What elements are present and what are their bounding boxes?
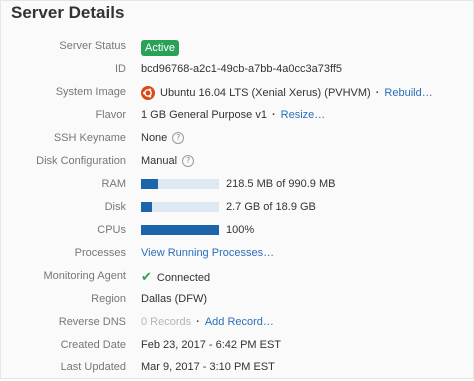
created-date-label: Created Date [60,339,126,351]
flavor-label: Flavor [95,109,126,121]
row-disk-configuration: Disk Configuration Manual ? [1,152,474,175]
row-cpus: CPUs 100% [1,221,474,244]
separator-dot: · [375,87,380,99]
help-icon[interactable]: ? [172,132,185,144]
ssh-keyname-label: SSH Keyname [53,132,126,144]
region-label: Region [91,293,126,305]
flavor-value: 1 GB General Purpose v1 [141,109,267,121]
disk-configuration-label: Disk Configuration [36,155,126,167]
row-processes: Processes View Running Processes… [1,244,474,267]
row-region: Region Dallas (DFW) [1,290,474,313]
system-image-value: Ubuntu 16.04 LTS (Xenial Xerus) (PVHVM) [160,87,371,99]
server-status-label: Server Status [59,40,126,52]
server-details-panel: Server Details Server Status Active ID b… [0,0,474,379]
row-ssh-keyname: SSH Keyname None ? [1,129,474,152]
row-last-updated: Last Updated Mar 9, 2017 - 3:10 PM EST [1,358,474,381]
row-monitoring-agent: Monitoring Agent ✔ Connected [1,267,474,290]
help-icon[interactable]: ? [182,155,195,167]
row-system-image: System Image Ubuntu 16.04 LTS (Xenial Xe… [1,83,474,106]
cpus-value: 100% [226,224,255,236]
processes-label: Processes [74,247,126,259]
view-running-processes-link[interactable]: View Running Processes… [141,247,274,259]
row-reverse-dns: Reverse DNS 0 Records · Add Record… [1,313,474,336]
ram-value: 218.5 MB of 990.9 MB [226,178,336,190]
created-date-value: Feb 23, 2017 - 6:42 PM EST [141,339,282,351]
ram-label: RAM [101,178,126,190]
cpu-usage-fill [141,225,219,235]
separator-dot: · [196,316,200,328]
row-flavor: Flavor 1 GB General Purpose v1 · Resize… [1,106,474,129]
ubuntu-logo-icon [141,86,155,100]
resize-link[interactable]: Resize… [281,109,326,121]
row-id: ID bcd96768-a2c1-49cb-a7bb-4a0cc3a73ff5 [1,60,474,83]
disk-usage-bar [141,202,219,212]
cpu-usage-bar [141,225,219,235]
disk-configuration-value: Manual [141,155,178,167]
monitoring-agent-value: Connected [156,271,211,284]
cpus-label: CPUs [97,224,126,236]
check-icon: ✔ [141,270,152,285]
ssh-keyname-value: None [141,132,168,144]
add-record-link[interactable]: Add Record… [205,316,274,328]
row-ram: RAM 218.5 MB of 990.9 MB [1,175,474,198]
ram-usage-fill [141,179,159,189]
status-badge: Active [141,40,179,56]
ram-usage-bar [141,179,219,189]
row-disk: Disk 2.7 GB of 18.9 GB [1,198,474,221]
row-server-status: Server Status Active [1,37,474,60]
reverse-dns-count: 0 Records [141,316,192,328]
disk-usage-fill [141,202,153,212]
last-updated-value: Mar 9, 2017 - 3:10 PM EST [141,361,275,373]
system-image-label: System Image [55,86,126,98]
id-value: bcd96768-a2c1-49cb-a7bb-4a0cc3a73ff5 [141,63,343,75]
monitoring-agent-label: Monitoring Agent [43,270,126,282]
disk-label: Disk [104,201,126,213]
id-label: ID [115,63,126,75]
region-value: Dallas (DFW) [141,293,207,305]
row-created-date: Created Date Feb 23, 2017 - 6:42 PM EST [1,336,474,359]
disk-value: 2.7 GB of 18.9 GB [226,201,316,213]
last-updated-label: Last Updated [60,361,126,373]
rebuild-link[interactable]: Rebuild… [384,87,432,99]
page-title: Server Details [11,3,125,22]
reverse-dns-label: Reverse DNS [58,316,126,328]
separator-dot: · [271,109,276,121]
